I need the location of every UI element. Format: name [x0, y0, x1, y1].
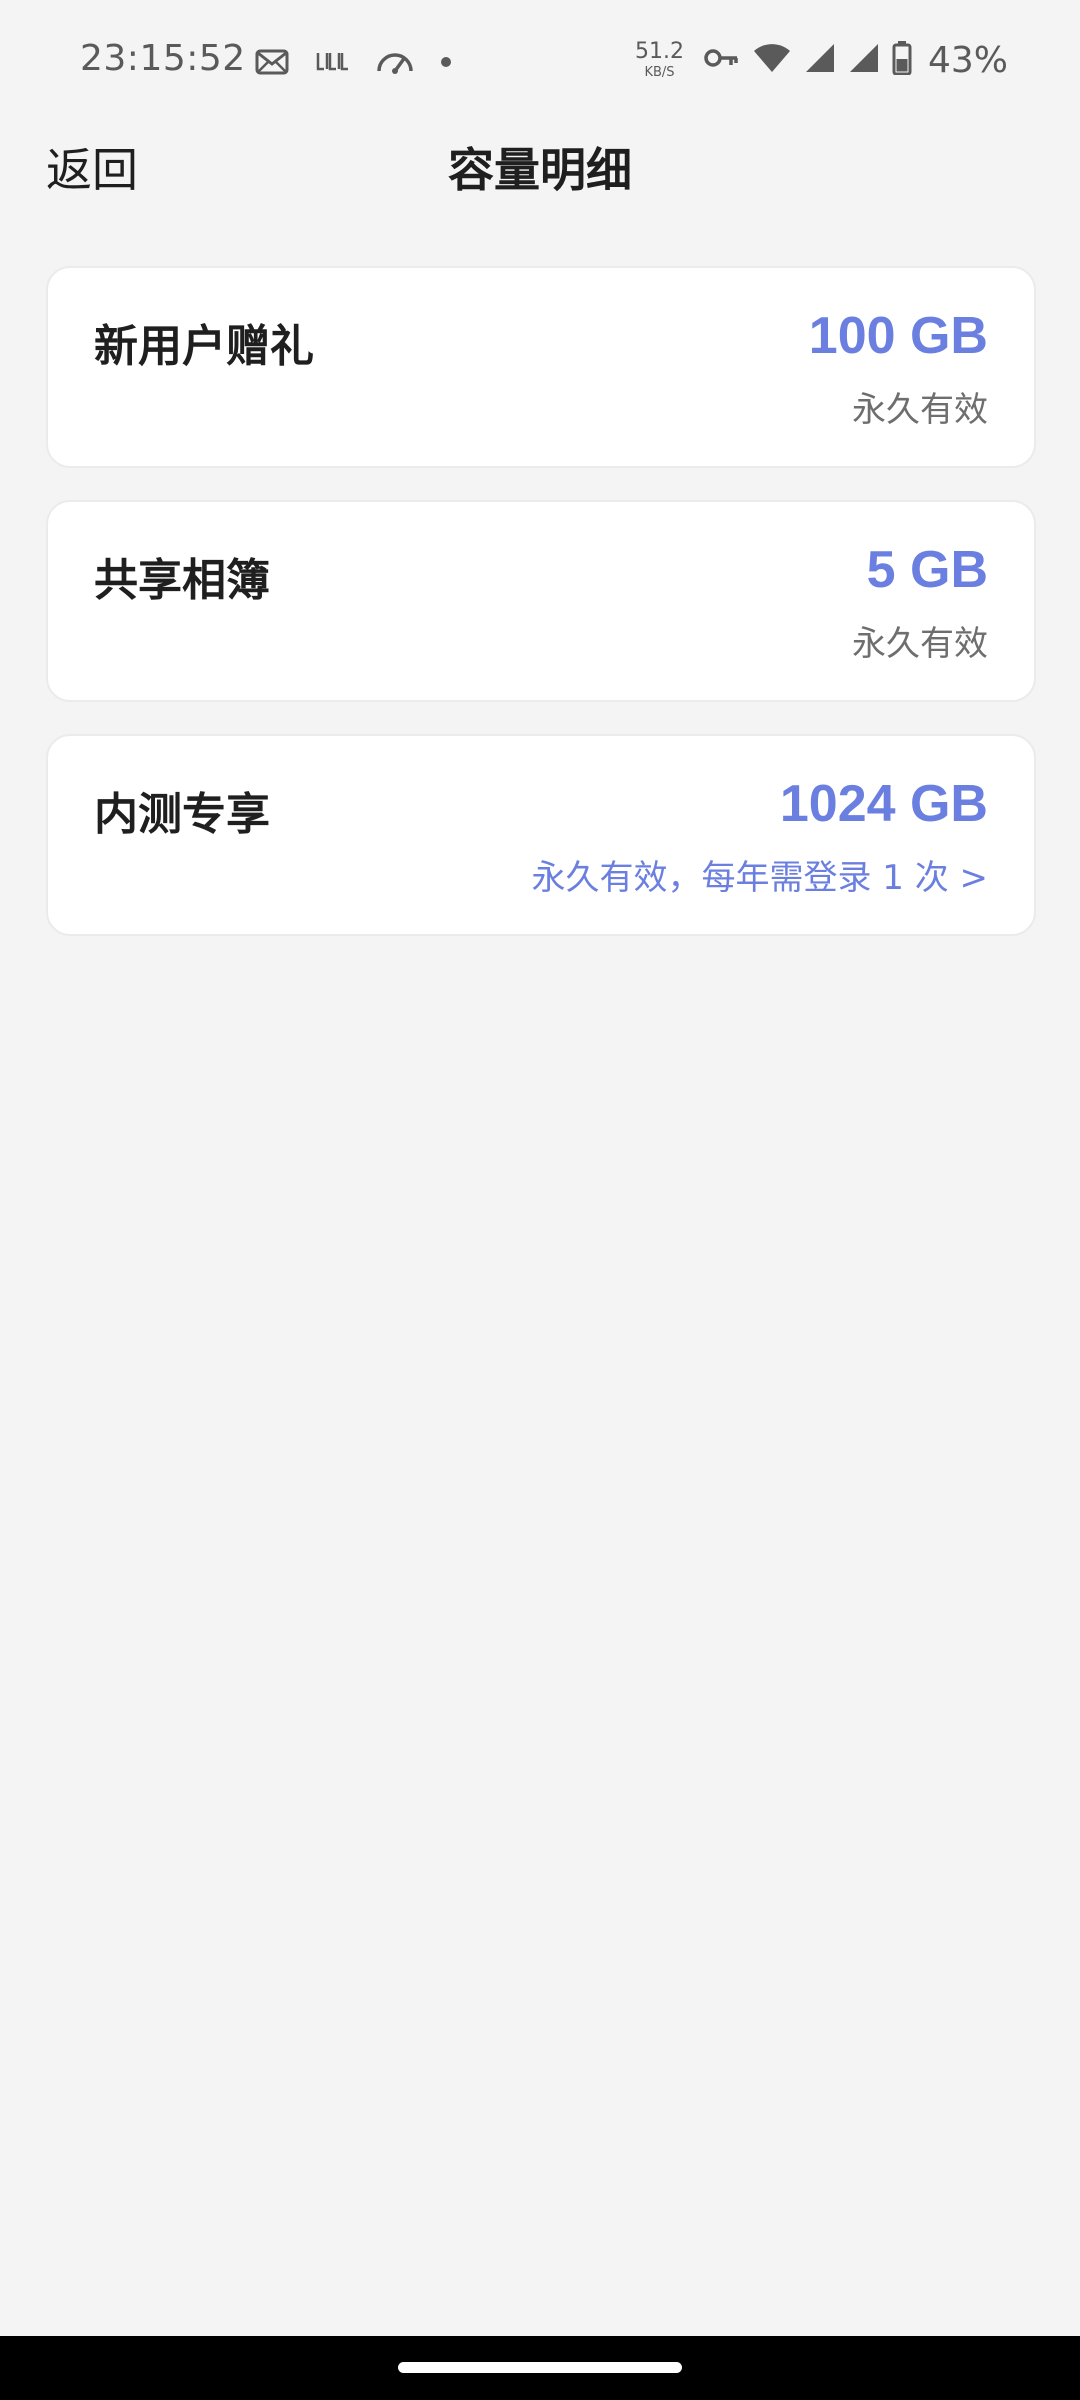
card-amount: 5 GB: [866, 541, 988, 599]
network-speed-unit: KB/S: [644, 65, 675, 80]
header: 返回 容量明细: [0, 120, 1080, 204]
status-bar: 23:15:52 51.2 KB/S 43%: [0, 0, 1080, 120]
card-validity: 永久有效: [852, 390, 988, 430]
wifi-icon: [752, 42, 792, 78]
status-time: 23:15:52: [80, 38, 246, 79]
card-name: 内测专享: [94, 789, 270, 840]
speedometer-icon: [375, 47, 415, 77]
navigation-bar: [0, 2336, 1080, 2400]
network-speed-value: 51.2: [635, 39, 684, 64]
card-validity-link[interactable]: 永久有效，每年需登录 1 次 >: [531, 850, 988, 899]
vpn-key-icon: [704, 46, 740, 74]
card-name: 新用户赠礼: [94, 321, 314, 372]
signal-icon: [848, 42, 880, 78]
home-indicator[interactable]: [398, 2362, 682, 2373]
card-validity: 永久有效: [852, 624, 988, 664]
card-amount: 1024 GB: [779, 775, 988, 833]
battery-percent: 43%: [927, 39, 1008, 81]
battery-icon: [892, 41, 912, 79]
system-status-icons: 51.2 KB/S 43%: [635, 36, 1008, 84]
network-speed: 51.2 KB/S: [635, 39, 684, 80]
capacity-card-new-user-gift: 新用户赠礼 100 GB 永久有效: [46, 266, 1036, 468]
card-amount: 100 GB: [808, 307, 988, 365]
dot-icon: [439, 55, 453, 69]
notification-icons: [255, 42, 453, 82]
capacity-card-beta-exclusive: 内测专享 1024 GB 永久有效，每年需登录 1 次 >: [46, 734, 1036, 936]
signal-icon: [804, 42, 836, 78]
bilibili-icon: [315, 49, 351, 75]
capacity-card-shared-album: 共享相簿 5 GB 永久有效: [46, 500, 1036, 702]
mail-icon: [255, 47, 291, 77]
capacity-list: 新用户赠礼 100 GB 永久有效 共享相簿 5 GB 永久有效 内测专享 10…: [46, 266, 1036, 968]
card-name: 共享相簿: [94, 555, 270, 606]
page-title: 容量明细: [448, 143, 632, 197]
